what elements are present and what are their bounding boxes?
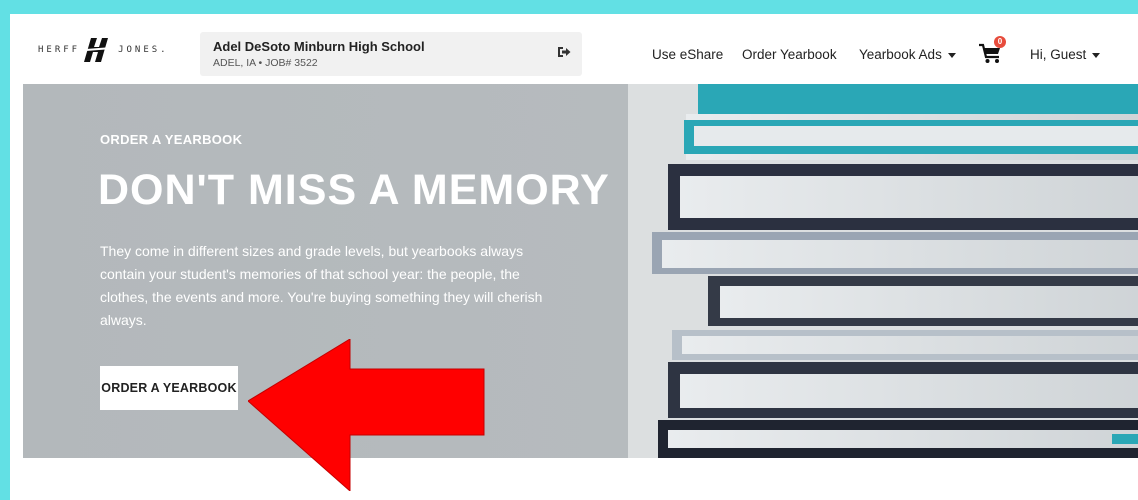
nav-yearbook-ads-label: Yearbook Ads <box>859 47 942 62</box>
cart-count-badge: 0 <box>994 36 1006 48</box>
chevron-down-icon <box>1092 52 1101 58</box>
logo-text-left: HERFF <box>38 45 81 55</box>
chevron-down-icon <box>947 52 956 58</box>
nav-yearbook-ads[interactable]: Yearbook Ads <box>859 47 956 62</box>
hero-description: They come in different sizes and grade l… <box>100 243 543 328</box>
user-menu[interactable]: Hi, Guest <box>1030 47 1101 62</box>
nav-use-eshare[interactable]: Use eShare <box>652 47 723 62</box>
hj-mark-icon <box>84 38 113 62</box>
sign-out-icon[interactable] <box>556 44 572 60</box>
hero-eyebrow: ORDER A YEARBOOK <box>100 132 243 147</box>
book-stack-image <box>628 84 1138 458</box>
herff-jones-logo[interactable]: HERFF JONES. <box>38 36 169 64</box>
page-frame: HERFF JONES. Adel DeSoto Minburn High Sc… <box>10 14 1138 500</box>
red-arrow-annotation <box>248 339 485 491</box>
school-location: ADEL, IA • JOB# 3522 <box>213 57 318 69</box>
user-menu-label: Hi, Guest <box>1030 47 1087 62</box>
nav-order-yearbook[interactable]: Order Yearbook <box>742 47 837 62</box>
site-header: HERFF JONES. Adel DeSoto Minburn High Sc… <box>10 14 1138 84</box>
hero-title: DON'T MISS A MEMORY <box>98 166 610 214</box>
school-name: Adel DeSoto Minburn High School <box>213 39 425 54</box>
order-yearbook-button[interactable]: ORDER A YEARBOOK <box>100 366 238 410</box>
logo-text-right: JONES. <box>118 45 169 55</box>
school-selector[interactable]: Adel DeSoto Minburn High School ADEL, IA… <box>200 32 582 76</box>
hero-banner: ORDER A YEARBOOK DON'T MISS A MEMORY The… <box>23 84 1138 458</box>
